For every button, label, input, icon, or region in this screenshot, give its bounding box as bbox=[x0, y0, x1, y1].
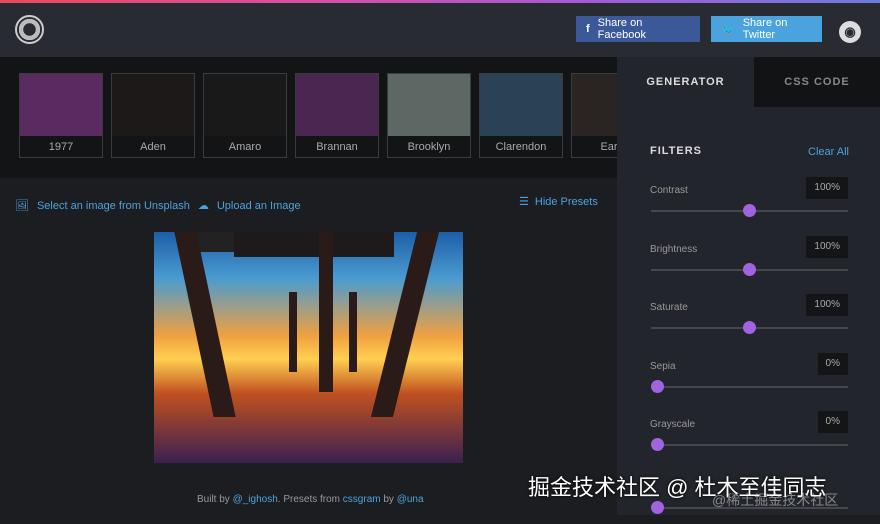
slider-thumb[interactable] bbox=[743, 321, 756, 334]
aperture-logo-icon[interactable] bbox=[15, 15, 44, 44]
tab-generator[interactable]: GENERATOR bbox=[617, 57, 754, 107]
filter-label: Sepia bbox=[650, 360, 676, 372]
author-link[interactable]: @_ighosh bbox=[233, 494, 278, 505]
preset-1977[interactable]: 1977 bbox=[19, 73, 103, 158]
select-unsplash-link[interactable]: Select an image from Unsplash bbox=[37, 200, 190, 212]
preset-swatch bbox=[572, 74, 617, 136]
share-twitter-button[interactable]: 🐦 Share on Twitter bbox=[711, 16, 822, 42]
share-facebook-button[interactable]: f Share on Facebook bbox=[576, 16, 700, 42]
preset-clarendon[interactable]: Clarendon bbox=[479, 73, 563, 158]
preset-label: 1977 bbox=[48, 141, 74, 153]
filter-value-input[interactable]: 0% bbox=[817, 411, 848, 433]
preset-swatch bbox=[388, 74, 470, 136]
preset-swatch bbox=[296, 74, 378, 136]
preset-swatch bbox=[480, 74, 562, 136]
filter-label: Saturate bbox=[650, 302, 688, 313]
filters-heading: FILTERS bbox=[650, 145, 703, 157]
github-icon[interactable]: ◉ bbox=[839, 21, 861, 43]
slider-track[interactable] bbox=[651, 444, 848, 446]
filter-saturate: Saturate 100% bbox=[650, 294, 848, 344]
slider-thumb[interactable] bbox=[651, 379, 664, 393]
preset-swatch bbox=[204, 74, 286, 136]
header: f Share on Facebook 🐦 Share on Twitter ◉ bbox=[0, 3, 880, 57]
preset-brooklyn[interactable]: Brooklyn bbox=[387, 73, 471, 158]
watermark-secondary: @稀土掘金技术社区 bbox=[712, 492, 839, 508]
slider-thumb[interactable] bbox=[743, 204, 756, 217]
una-link[interactable]: @una bbox=[397, 494, 424, 505]
cssgram-link[interactable]: cssgram bbox=[343, 494, 381, 505]
tab-css-code[interactable]: CSS CODE bbox=[754, 57, 880, 107]
preset-swatch bbox=[112, 74, 194, 136]
image-icon: 🖼 bbox=[15, 200, 29, 212]
preset-label: Clarendon bbox=[495, 141, 547, 153]
preset-label: Amaro bbox=[228, 141, 262, 153]
preset-label: Brannan bbox=[316, 141, 358, 153]
footer: Built by @_ighosh. Presets from cssgram … bbox=[197, 494, 424, 505]
slider-thumb[interactable] bbox=[743, 262, 756, 276]
clear-all-button[interactable]: Clear All bbox=[808, 146, 849, 158]
preset-aden[interactable]: Aden bbox=[111, 73, 195, 158]
filter-sepia: Sepia 0% bbox=[650, 352, 848, 403]
preview-image bbox=[154, 232, 463, 463]
filter-value-input[interactable]: 100% bbox=[806, 177, 848, 199]
upload-image-link[interactable]: Upload an Image bbox=[217, 200, 301, 212]
filter-label: Brightness bbox=[650, 243, 698, 255]
filter-value-input[interactable]: 100% bbox=[806, 294, 848, 316]
preset-label: Early bbox=[600, 141, 617, 153]
preset-swatch bbox=[20, 74, 102, 136]
filter-grayscale: Grayscale 0% bbox=[650, 411, 848, 461]
filter-value-input[interactable]: 100% bbox=[806, 235, 848, 258]
preset-amaro[interactable]: Amaro bbox=[203, 73, 287, 158]
cloud-upload-icon: ☁ bbox=[197, 200, 209, 212]
filter-value-input[interactable]: 0% bbox=[817, 352, 848, 375]
presets-strip: 1977 Aden Amaro Brannan Brooklyn Clarendon Ear… bbox=[0, 57, 617, 178]
settings-panel: GENERATOR CSS CODE FILTERS Clear All Con… bbox=[617, 57, 880, 515]
preset-label: Brooklyn bbox=[407, 141, 451, 153]
filter-contrast: Contrast 100% bbox=[650, 177, 848, 227]
preset-brannan[interactable]: Brannan bbox=[295, 73, 379, 158]
filter-label: Contrast bbox=[650, 185, 688, 196]
slider-thumb[interactable] bbox=[651, 501, 664, 514]
twitter-icon: 🐦 bbox=[721, 23, 735, 36]
hide-presets-button[interactable]: ☰ Hide Presets bbox=[519, 195, 598, 209]
filter-brightness: Brightness 100% bbox=[650, 235, 848, 286]
facebook-icon: f bbox=[586, 23, 590, 35]
preset-early[interactable]: Early bbox=[571, 73, 617, 158]
slider-thumb[interactable] bbox=[651, 438, 664, 451]
preset-label: Aden bbox=[140, 141, 166, 153]
sliders-icon: ☰ bbox=[519, 196, 529, 208]
filter-label: Grayscale bbox=[650, 419, 696, 430]
slider-track[interactable] bbox=[651, 385, 848, 388]
